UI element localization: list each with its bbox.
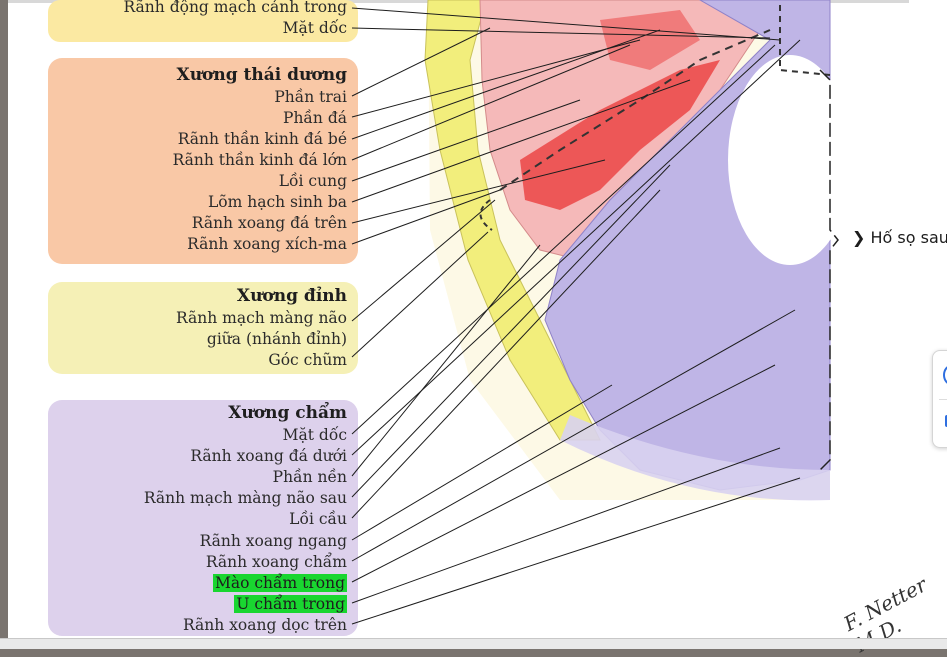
ring-icon[interactable]: [943, 365, 947, 385]
label-superior-sagittal: Rãnh xoang dọc trên: [183, 615, 347, 635]
label-inferior-petrosal: Rãnh xoang đá dưới: [190, 446, 347, 466]
label-parietal-branch: giữa (nhánh đỉnh): [207, 329, 347, 349]
label-carotid-groove: Rãnh động mạch cảnh trong: [124, 0, 347, 17]
highlight-internal-crest: Mào chẩm trong: [213, 574, 347, 592]
label-middle-meningeal: Rãnh mạch màng não: [176, 308, 347, 328]
label-clivus-occipital: Mặt dốc: [283, 425, 347, 445]
label-internal-crest: Mào chẩm trong: [213, 573, 347, 593]
label-petrous: Phần đá: [283, 108, 347, 128]
label-condyle: Lồi cầu: [289, 509, 347, 529]
label-greater-petrosal: Rãnh thần kinh đá lớn: [173, 150, 347, 170]
label-trigeminal-impression: Lõm hạch sinh ba: [208, 192, 347, 212]
label-squamous: Phần trai: [274, 87, 347, 107]
label-sigmoid: Rãnh xoang xích-ma: [187, 234, 347, 254]
arrow-right-icon: ❯: [852, 228, 865, 247]
label-occipital-sinus: Rãnh xoang chẩm: [206, 552, 347, 572]
label-column: Rãnh động mạch cảnh trong Mặt dốc Xương …: [0, 0, 347, 648]
occipital-title: Xương chẩm: [228, 403, 347, 423]
label-mastoid-angle: Góc chũm: [268, 350, 347, 370]
bottom-bar: [0, 638, 947, 649]
viewer-stage: Rãnh động mạch cảnh trong Mặt dốc Xương …: [0, 0, 947, 648]
posterior-fossa-label: ❯ Hố sọ sau: [852, 228, 947, 247]
label-clivus-sphenoid: Mặt dốc: [283, 18, 347, 38]
label-superior-petrosal: Rãnh xoang đá trên: [192, 213, 347, 233]
label-internal-protuberance: U chẩm trong: [234, 594, 347, 614]
toolbar-divider: [939, 399, 947, 400]
label-arcuate-eminence: Lồi cung: [279, 171, 347, 191]
label-lesser-petrosal: Rãnh thần kinh đá bé: [178, 129, 347, 149]
label-transverse-sinus: Rãnh xoang ngang: [200, 531, 347, 551]
floating-toolbar[interactable]: [932, 350, 947, 448]
label-basilar-part: Phần nền: [273, 467, 347, 487]
posterior-fossa-text: Hố sọ sau: [871, 228, 947, 247]
parietal-title: Xương đỉnh: [237, 286, 347, 306]
label-posterior-meningeal: Rãnh mạch màng não sau: [144, 488, 347, 508]
temporal-title: Xương thái dương: [177, 65, 348, 85]
highlight-internal-protuberance: U chẩm trong: [234, 595, 347, 613]
